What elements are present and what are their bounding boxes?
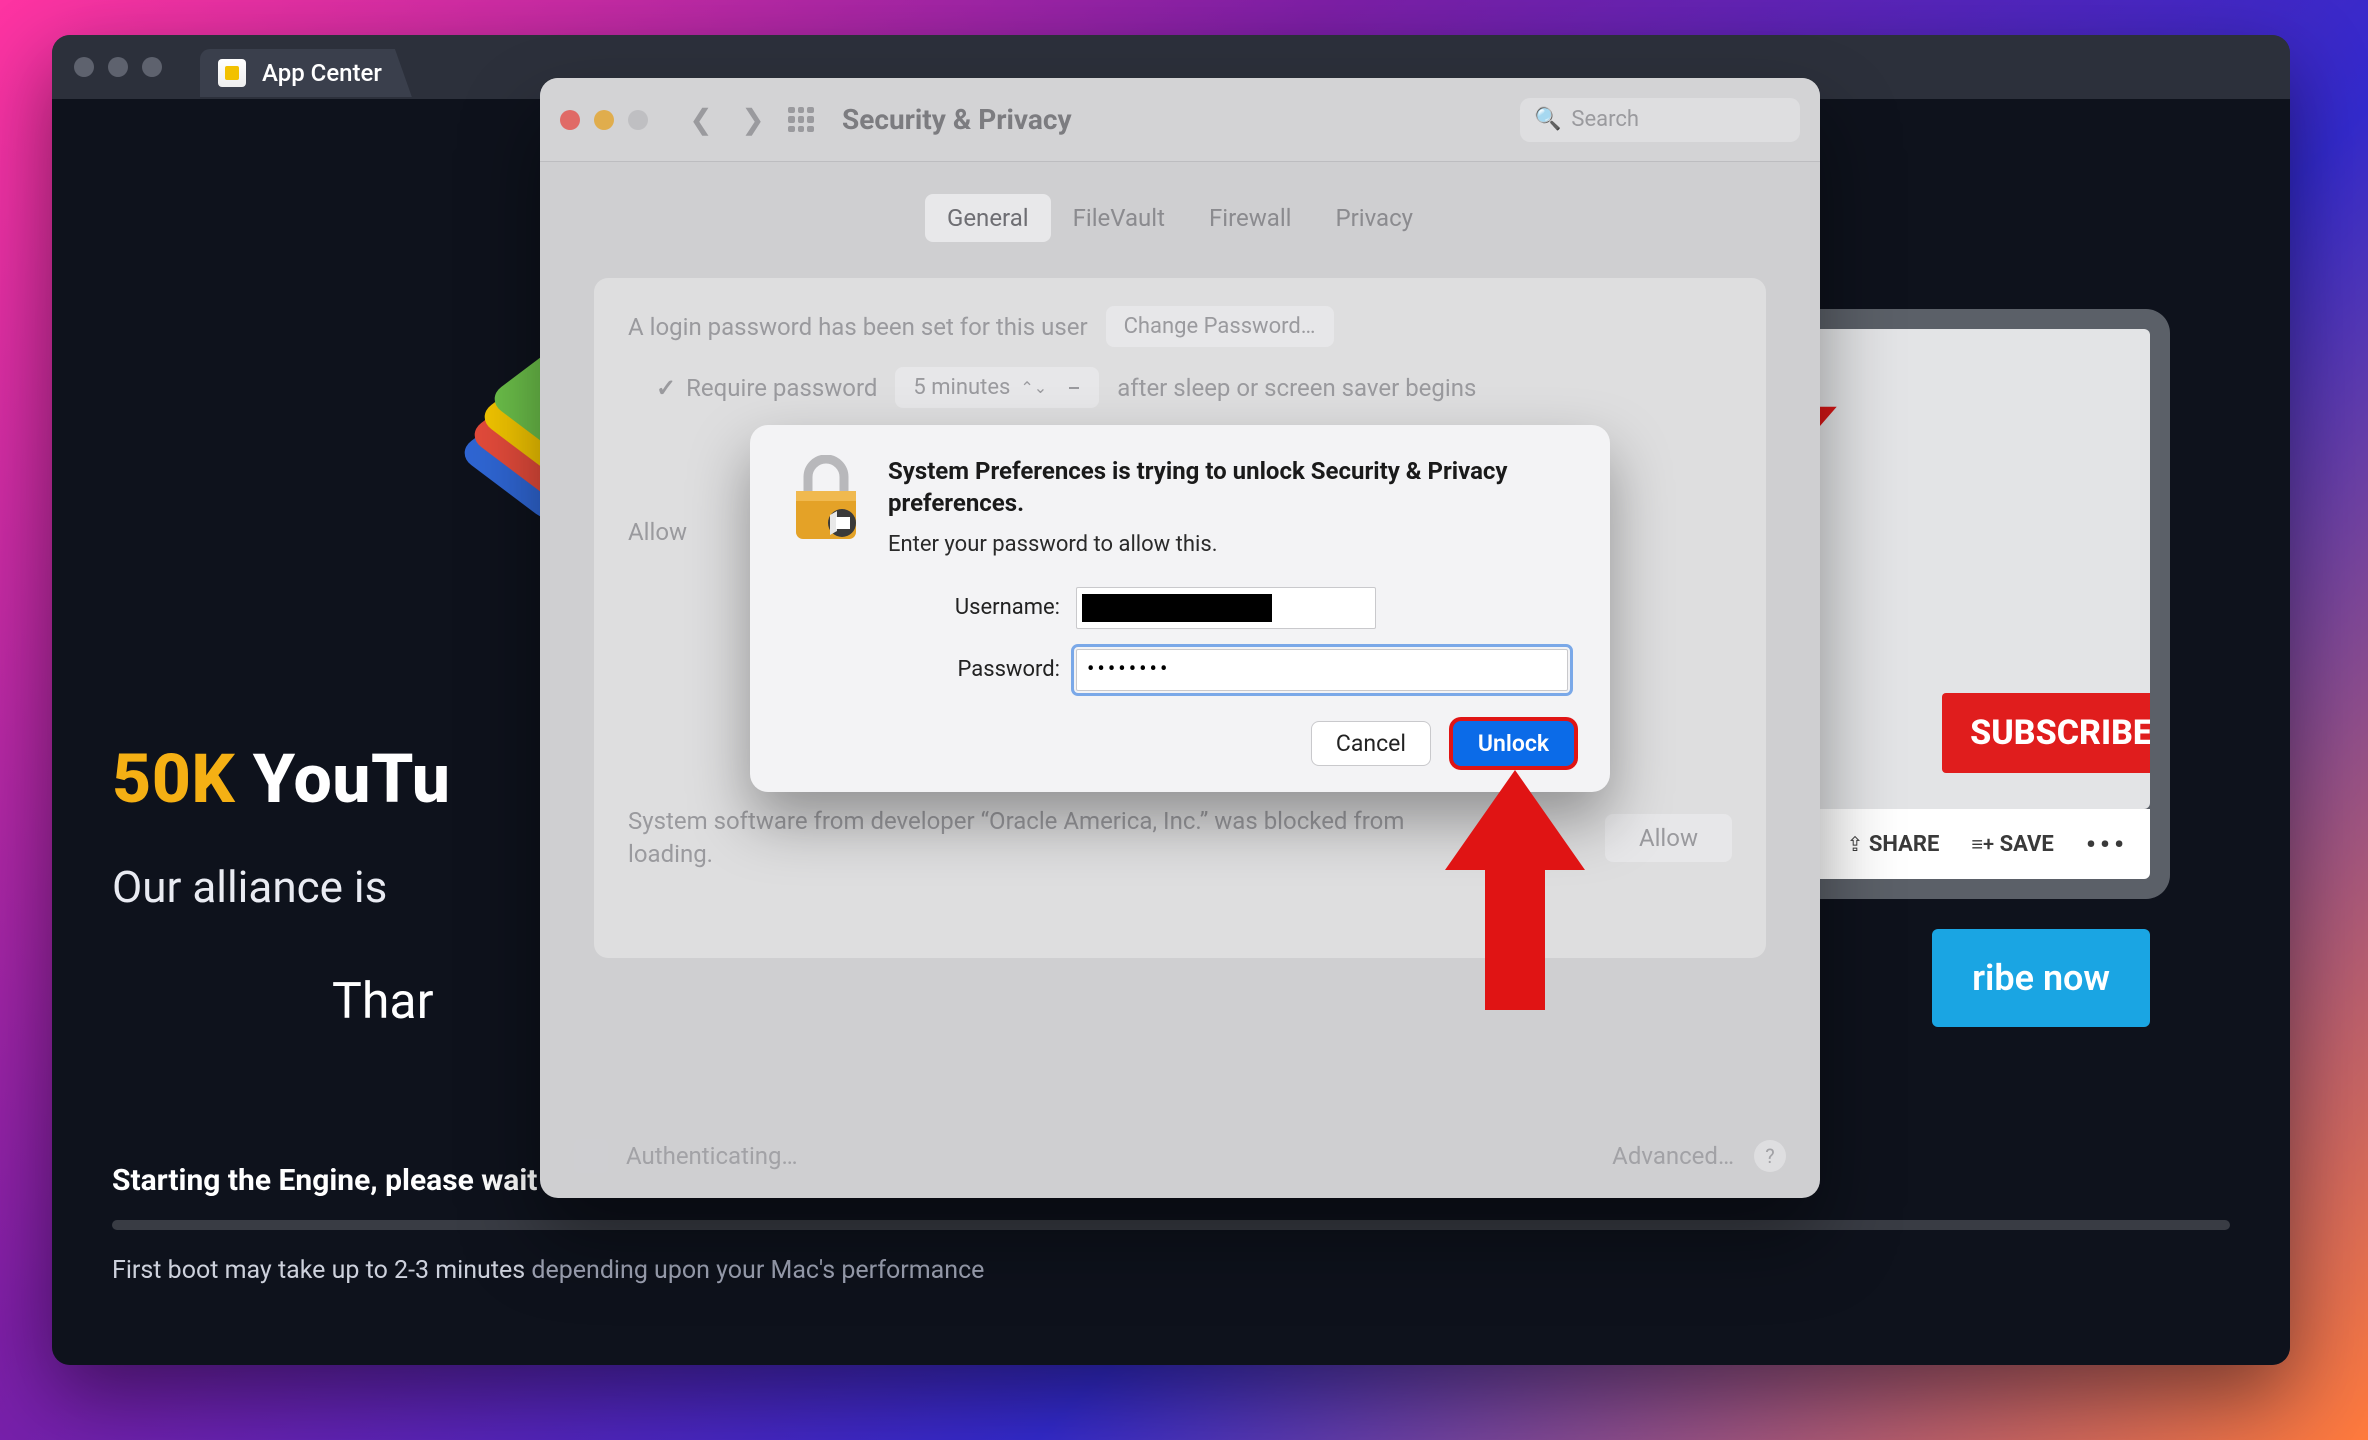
close-dot[interactable] — [560, 110, 580, 130]
save-label[interactable]: ≡+ SAVE — [1971, 832, 2053, 857]
cancel-button[interactable]: Cancel — [1311, 721, 1431, 766]
padlock-icon — [786, 455, 866, 545]
require-password-checkbox[interactable]: Require password — [656, 374, 877, 402]
unlock-button[interactable]: Unlock — [1453, 721, 1574, 766]
username-label: Username: — [870, 595, 1060, 620]
pref-toolbar: ❮ ❯ Security & Privacy 🔍 Search — [540, 78, 1820, 162]
username-redaction — [1082, 594, 1272, 622]
minimize-dot[interactable] — [108, 57, 128, 77]
subscribe-badge: SUBSCRIBE — [1942, 693, 2150, 773]
pref-search[interactable]: 🔍 Search — [1520, 98, 1800, 142]
search-placeholder: Search — [1571, 107, 1639, 132]
status-note: First boot may take up to 2-3 minutes de… — [112, 1256, 2230, 1285]
search-icon: 🔍 — [1534, 107, 1561, 132]
tab-app-center[interactable]: App Center — [200, 49, 412, 97]
auth-sub: Enter your password to allow this. — [888, 532, 1574, 557]
pref-footer: Authenticating… Advanced… ? — [540, 1114, 1820, 1198]
back-button[interactable]: ❮ — [684, 103, 718, 137]
login-password-text: A login password has been set for this u… — [628, 313, 1088, 341]
delay-dropdown[interactable]: 5 minutes ⌃⌄ — [895, 367, 1099, 408]
annotation-arrow-icon — [1445, 770, 1585, 1010]
pref-title: Security & Privacy — [842, 103, 1072, 136]
auth-form: Username: Password: — [786, 587, 1574, 691]
all-prefs-icon[interactable] — [788, 107, 814, 133]
help-icon[interactable]: ? — [1754, 1140, 1786, 1172]
tab-firewall[interactable]: Firewall — [1187, 194, 1314, 242]
app-center-icon — [218, 59, 246, 87]
tab-privacy[interactable]: Privacy — [1313, 194, 1435, 242]
chevron-updown-icon: ⌃⌄ — [1020, 378, 1047, 397]
forward-button[interactable]: ❯ — [736, 103, 770, 137]
zoom-dot[interactable] — [142, 57, 162, 77]
close-dot[interactable] — [74, 57, 94, 77]
lock-icon[interactable] — [574, 1139, 608, 1173]
change-password-button[interactable]: Change Password… — [1106, 306, 1334, 347]
pref-tabs: General FileVault Firewall Privacy — [925, 194, 1435, 242]
allow-button[interactable]: Allow — [1605, 814, 1732, 862]
after-sleep-text: after sleep or screen saver begins — [1117, 374, 1476, 402]
share-icon: ⇪ — [1847, 832, 1864, 856]
tab-label: App Center — [262, 59, 382, 87]
share-label[interactable]: ⇪ SHARE — [1847, 832, 1940, 857]
footer-status: Authenticating… — [626, 1142, 798, 1170]
progress-bar — [112, 1220, 2230, 1230]
tab-general[interactable]: General — [925, 194, 1051, 242]
zoom-dot[interactable] — [628, 110, 648, 130]
minimize-dot[interactable] — [594, 110, 614, 130]
auth-heading: System Preferences is trying to unlock S… — [888, 455, 1574, 520]
pref-window-controls — [560, 110, 648, 130]
password-field[interactable] — [1076, 649, 1568, 691]
more-icon[interactable]: ••• — [2086, 828, 2128, 861]
advanced-button[interactable]: Advanced… — [1612, 1142, 1734, 1170]
auth-dialog: System Preferences is trying to unlock S… — [750, 425, 1610, 792]
blocked-text: System software from developer “Oracle A… — [628, 805, 1408, 872]
tab-filevault[interactable]: FileVault — [1051, 194, 1187, 242]
password-label: Password: — [870, 657, 1060, 682]
save-icon: ≡+ — [1971, 832, 1994, 856]
subscribe-now-button[interactable]: ribe now — [1932, 929, 2150, 1027]
window-controls — [74, 57, 162, 77]
